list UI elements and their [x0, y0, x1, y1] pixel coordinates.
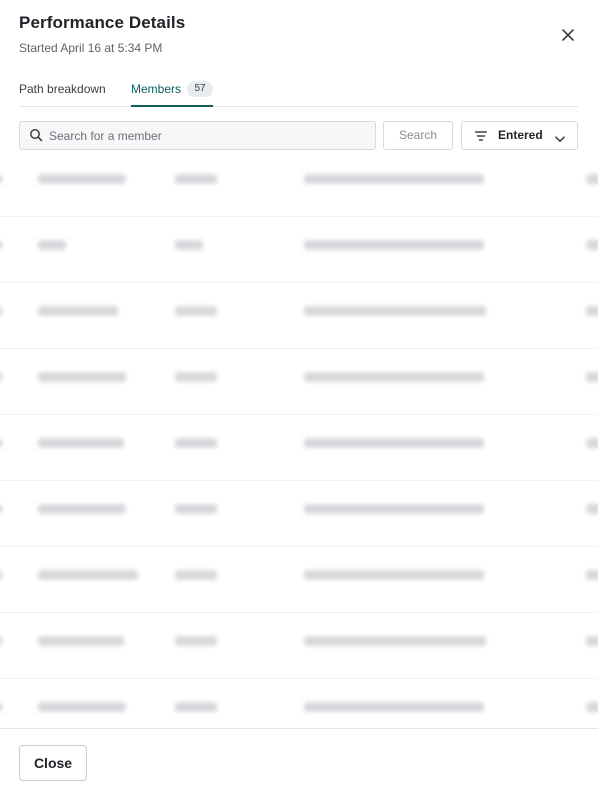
filter-dropdown[interactable]: Entered [461, 121, 578, 150]
tab-label: Path breakdown [19, 81, 106, 96]
table-row[interactable] [0, 150, 598, 217]
blurred-cell [304, 636, 486, 646]
blurred-cell [0, 702, 2, 712]
tab-path-breakdown[interactable]: Path breakdown [19, 78, 106, 106]
table-row[interactable] [0, 348, 598, 415]
blurred-cell [586, 702, 598, 712]
tab-bar: Path breakdown Members 57 [19, 78, 578, 107]
blurred-cell [38, 174, 126, 184]
table-row[interactable] [0, 216, 598, 283]
blurred-cell [0, 240, 2, 250]
dialog-title: Performance Details [19, 13, 186, 32]
blurred-cell [0, 438, 2, 448]
table-row[interactable] [0, 282, 598, 349]
tab-members[interactable]: Members 57 [131, 78, 214, 107]
blurred-cell [175, 504, 217, 514]
blurred-cell [175, 636, 217, 646]
blurred-cell [0, 174, 2, 184]
search-icon [29, 128, 43, 147]
blurred-cell [586, 174, 598, 184]
table-row[interactable] [0, 612, 598, 679]
blurred-cell [586, 240, 598, 250]
filter-icon [474, 130, 488, 144]
blurred-cell [38, 636, 124, 646]
blurred-cell [38, 504, 126, 514]
dialog-footer: Close [0, 728, 598, 793]
filter-label: Entered [498, 128, 543, 142]
blurred-cell [38, 570, 138, 580]
blurred-cell [38, 372, 126, 382]
blurred-cell [304, 372, 484, 382]
blurred-cell [0, 570, 2, 580]
search-input[interactable] [49, 122, 369, 149]
blurred-cell [304, 306, 486, 316]
search-button[interactable]: Search [383, 121, 453, 150]
close-button[interactable]: Close [19, 745, 87, 781]
blurred-cell [175, 702, 217, 712]
blurred-cell [38, 438, 124, 448]
blurred-cell [175, 438, 217, 448]
close-icon[interactable] [557, 24, 579, 46]
table-row[interactable] [0, 546, 598, 613]
blurred-cell [586, 372, 598, 382]
blurred-cell [175, 570, 217, 580]
table-row[interactable] [0, 678, 598, 728]
blurred-cell [175, 240, 203, 250]
dialog-subtitle: Started April 16 at 5:34 PM [19, 41, 163, 55]
blurred-cell [0, 372, 2, 382]
blurred-cell [304, 702, 484, 712]
blurred-cell [304, 174, 484, 184]
members-toolbar: Search Entered [19, 121, 578, 150]
members-count-badge: 57 [187, 80, 214, 97]
dialog-header: Performance Details Started April 16 at … [19, 12, 579, 56]
blurred-cell [586, 504, 598, 514]
members-table [0, 150, 598, 728]
blurred-cell [0, 306, 2, 316]
blurred-cell [304, 570, 484, 580]
blurred-cell [304, 504, 484, 514]
blurred-cell [304, 240, 484, 250]
blurred-cell [175, 306, 217, 316]
blurred-cell [586, 438, 598, 448]
blurred-cell [175, 372, 217, 382]
blurred-cell [175, 174, 217, 184]
table-row[interactable] [0, 414, 598, 481]
blurred-cell [0, 636, 2, 646]
blurred-cell [38, 306, 118, 316]
tab-label: Members [131, 81, 182, 96]
blurred-cell [586, 636, 598, 646]
chevron-down-icon [555, 132, 565, 146]
blurred-cell [586, 306, 598, 316]
blurred-cell [38, 702, 126, 712]
table-row[interactable] [0, 480, 598, 547]
search-field [19, 121, 376, 150]
blurred-cell [0, 504, 2, 514]
blurred-cell [586, 570, 598, 580]
blurred-cell [38, 240, 66, 250]
blurred-cell [304, 438, 484, 448]
